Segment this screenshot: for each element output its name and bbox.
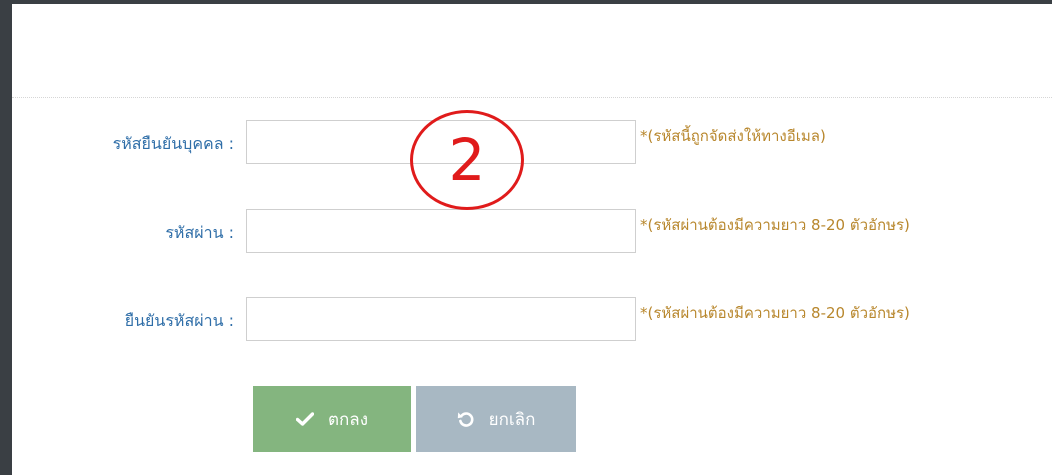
step-annotation-circle: 2 — [410, 110, 524, 210]
password-label: รหัสผ่าน : — [165, 223, 234, 242]
check-icon — [295, 412, 314, 426]
password-input[interactable] — [246, 209, 636, 253]
verification-code-row: รหัสยืนยันบุคคล : *(รหัสนี้ถูกจัดส่งให้ท… — [12, 120, 1052, 166]
verification-code-hint: *(รหัสนี้ถูกจัดส่งให้ทางอีเมล) — [640, 127, 826, 145]
verification-code-label: รหัสยืนยันบุคคล : — [112, 134, 234, 153]
confirm-password-hint: *(รหัสผ่านต้องมีความยาว 8-20 ตัวอักษร) — [640, 304, 910, 322]
ok-button[interactable]: ตกลง — [253, 386, 411, 452]
password-hint: *(รหัสผ่านต้องมีความยาว 8-20 ตัวอักษร) — [640, 216, 910, 234]
header-divider — [12, 97, 1052, 98]
cancel-button[interactable]: ยกเลิก — [416, 386, 576, 452]
confirm-password-label: ยืนยันรหัสผ่าน : — [124, 311, 234, 330]
undo-icon — [457, 410, 475, 428]
step-number: 2 — [448, 126, 486, 194]
confirm-password-input[interactable] — [246, 297, 636, 341]
ok-button-label: ตกลง — [327, 409, 369, 430]
password-row: รหัสผ่าน : *(รหัสผ่านต้องมีความยาว 8-20 … — [12, 209, 1052, 255]
reset-password-panel: รหัสยืนยันบุคคล : *(รหัสนี้ถูกจัดส่งให้ท… — [12, 4, 1052, 475]
confirm-password-row: ยืนยันรหัสผ่าน : *(รหัสผ่านต้องมีความยาว… — [12, 297, 1052, 343]
cancel-button-label: ยกเลิก — [488, 409, 536, 430]
